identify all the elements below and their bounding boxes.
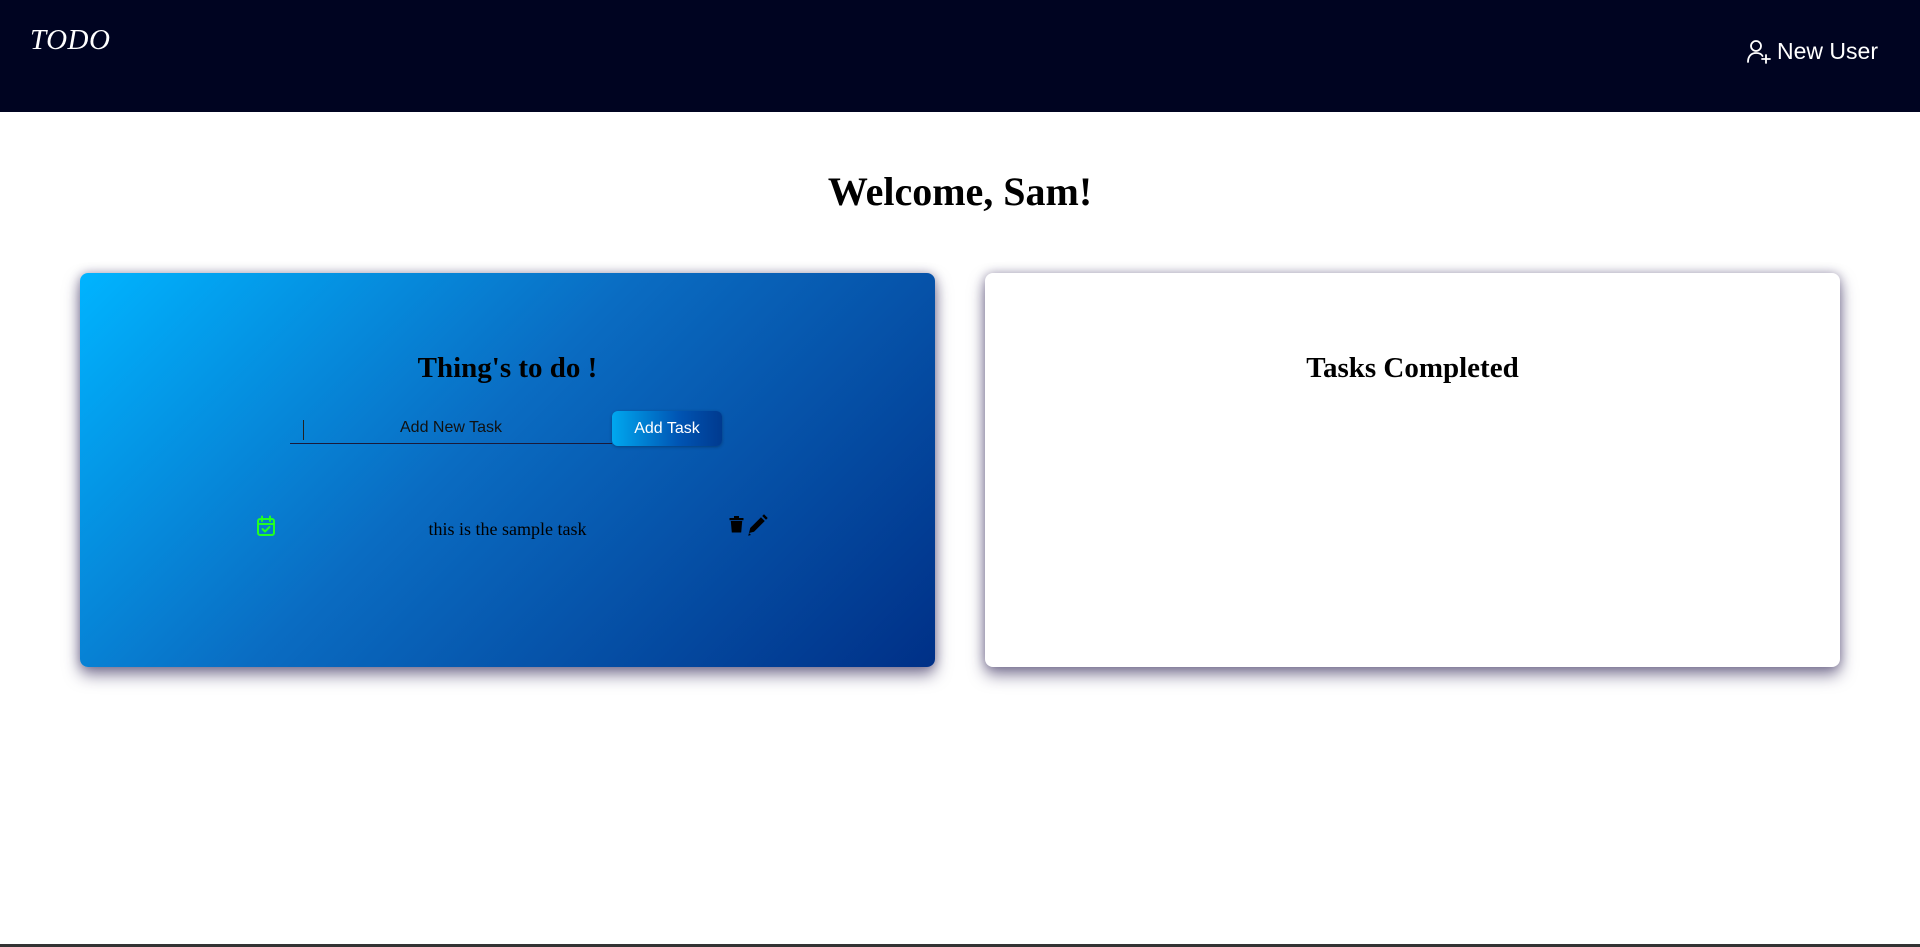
new-user-label: New User <box>1777 38 1878 64</box>
todo-panel-title: Thing's to do ! <box>417 352 598 384</box>
todo-panel: Thing's to do ! Add Task this is the sam… <box>80 273 935 667</box>
pencil-icon[interactable] <box>746 514 768 536</box>
user-plus-icon <box>1747 39 1771 65</box>
completed-panel-title: Tasks Completed <box>1306 352 1519 384</box>
add-task-button[interactable]: Add Task <box>612 411 722 446</box>
task-list-item: this is the sample task <box>80 513 935 543</box>
add-task-form: Add Task <box>290 411 722 446</box>
top-navbar: TODO New User <box>0 0 1920 112</box>
task-text: this is the sample task <box>428 519 587 539</box>
completed-panel: Tasks Completed <box>985 273 1840 667</box>
new-user-button[interactable]: New User <box>1747 38 1878 65</box>
brand-logo[interactable]: TODO <box>30 24 110 57</box>
trash-icon[interactable] <box>729 516 744 533</box>
text-cursor <box>303 420 304 440</box>
welcome-heading: Welcome, Sam! <box>827 169 1093 214</box>
new-task-input[interactable] <box>290 413 612 444</box>
